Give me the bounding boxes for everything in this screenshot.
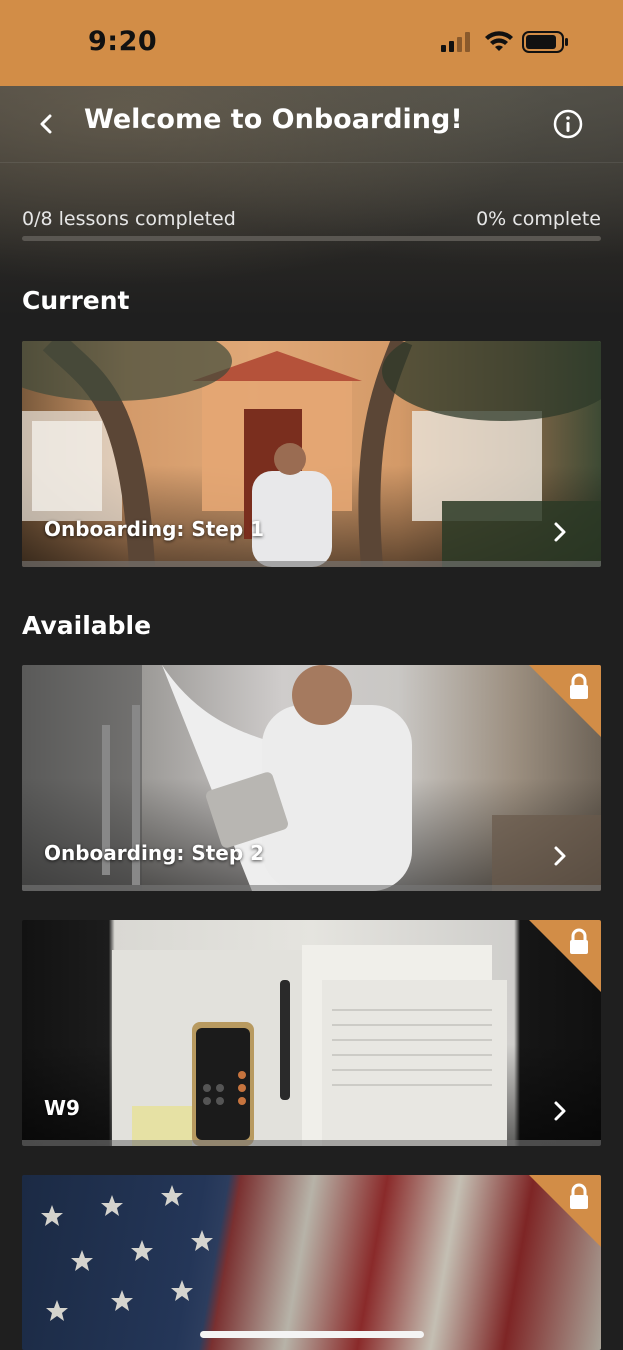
page-title: Welcome to Onboarding! — [84, 104, 463, 135]
status-time: 9:20 — [88, 26, 158, 57]
card-title: Onboarding: Step 1 — [44, 517, 265, 541]
lessons-completed-text: 0/8 lessons completed — [22, 208, 236, 230]
nav-bar: Welcome to Onboarding! — [0, 86, 623, 163]
card-progress-track — [22, 561, 601, 567]
section-title-current: Current — [22, 286, 130, 315]
back-button[interactable] — [30, 108, 62, 140]
cellular-signal-icon — [441, 32, 470, 52]
card-progress-track — [22, 885, 601, 891]
lesson-card-step-1[interactable]: Onboarding: Step 1 — [22, 341, 601, 567]
chevron-right-icon — [554, 846, 566, 866]
info-circle-icon[interactable] — [552, 108, 584, 140]
battery-icon — [522, 31, 568, 53]
chevron-left-icon — [40, 114, 52, 134]
home-indicator[interactable] — [200, 1331, 424, 1338]
lesson-card-w9[interactable]: W9 — [22, 920, 601, 1146]
progress-bar — [22, 236, 601, 241]
tax-documents-photo — [22, 920, 601, 1146]
section-title-available: Available — [22, 611, 152, 640]
status-bar: 9:20 — [0, 0, 623, 86]
chevron-right-icon — [554, 522, 566, 542]
card-progress-track — [22, 1140, 601, 1146]
american-flag-photo — [22, 1175, 601, 1350]
card-title: Onboarding: Step 2 — [44, 841, 265, 865]
lock-icon — [529, 1175, 601, 1247]
wifi-icon — [485, 31, 513, 51]
card-title: W9 — [44, 1096, 80, 1120]
lesson-card-locked[interactable] — [22, 1175, 601, 1350]
chevron-right-icon — [554, 1101, 566, 1121]
percent-complete-text: 0% complete — [476, 208, 601, 230]
lock-icon — [529, 665, 601, 737]
lesson-card-step-2[interactable]: Onboarding: Step 2 — [22, 665, 601, 891]
lock-icon — [529, 920, 601, 992]
